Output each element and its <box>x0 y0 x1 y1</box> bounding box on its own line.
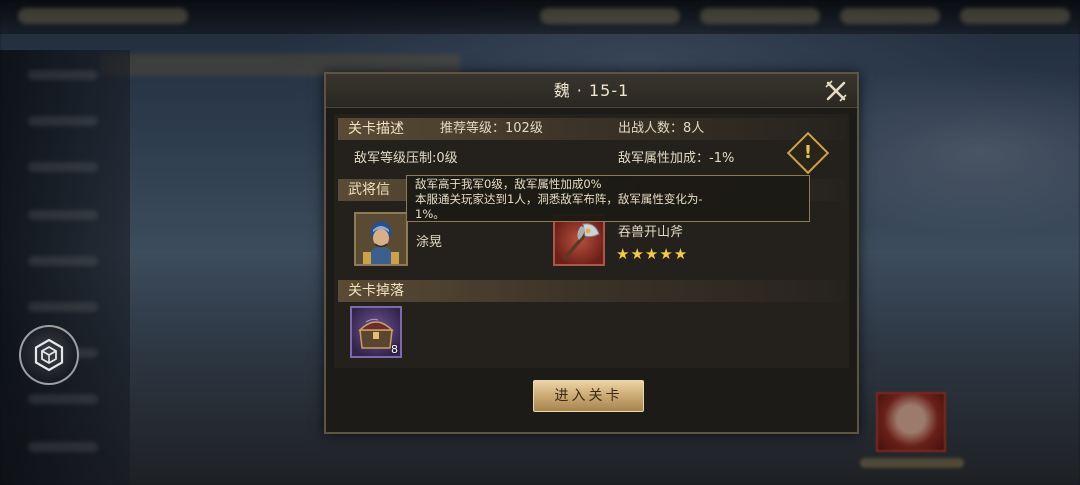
close-button[interactable] <box>825 80 847 102</box>
stage-info-section: 关卡描述 <box>338 118 845 140</box>
tooltip-line-2: 本服通关玩家达到1人，洞悉敌军布阵，敌军属性变化为- <box>415 192 703 206</box>
equipment-stars: ★★★★★ <box>616 245 689 263</box>
recommended-level: 推荐等级：102级 <box>440 121 543 136</box>
enter-stage-button[interactable]: 进入关卡 <box>533 380 644 412</box>
close-x-icon <box>825 80 847 102</box>
level-suppression: 敌军等级压制:0级 <box>354 151 458 166</box>
tooltip-line-3: 1%。 <box>415 207 445 221</box>
dialog-header: 魏 · 15-1 <box>326 74 857 108</box>
troop-count: 出战人数：8人 <box>618 121 705 136</box>
drops-section: 关卡掉落 <box>338 280 845 302</box>
drop-count: 8 <box>391 343 398 356</box>
side-menu-button[interactable] <box>19 325 79 385</box>
drops-label: 关卡掉落 <box>348 283 404 299</box>
general-portrait[interactable] <box>354 212 408 266</box>
equipment-name: 吞兽开山斧 <box>618 225 684 240</box>
hexagon-cube-icon <box>34 338 64 372</box>
general-avatar-icon <box>356 214 406 264</box>
attribute-tooltip: 敌军高于我军0级，敌军属性加成0% 本服通关玩家达到1人，洞悉敌军布阵，敌军属性… <box>406 175 810 222</box>
battle-axe-icon <box>563 223 600 260</box>
dialog-title: 魏 · 15-1 <box>553 81 630 100</box>
general-name: 涂晃 <box>416 235 443 250</box>
attribute-bonus: 敌军属性加成：-1% <box>618 151 735 166</box>
tooltip-line-1: 敌军高于我军0级，敌军属性加成0% <box>415 177 602 191</box>
stage-info-label: 关卡描述 <box>348 121 404 137</box>
general-info-label: 武将信 <box>348 182 390 198</box>
